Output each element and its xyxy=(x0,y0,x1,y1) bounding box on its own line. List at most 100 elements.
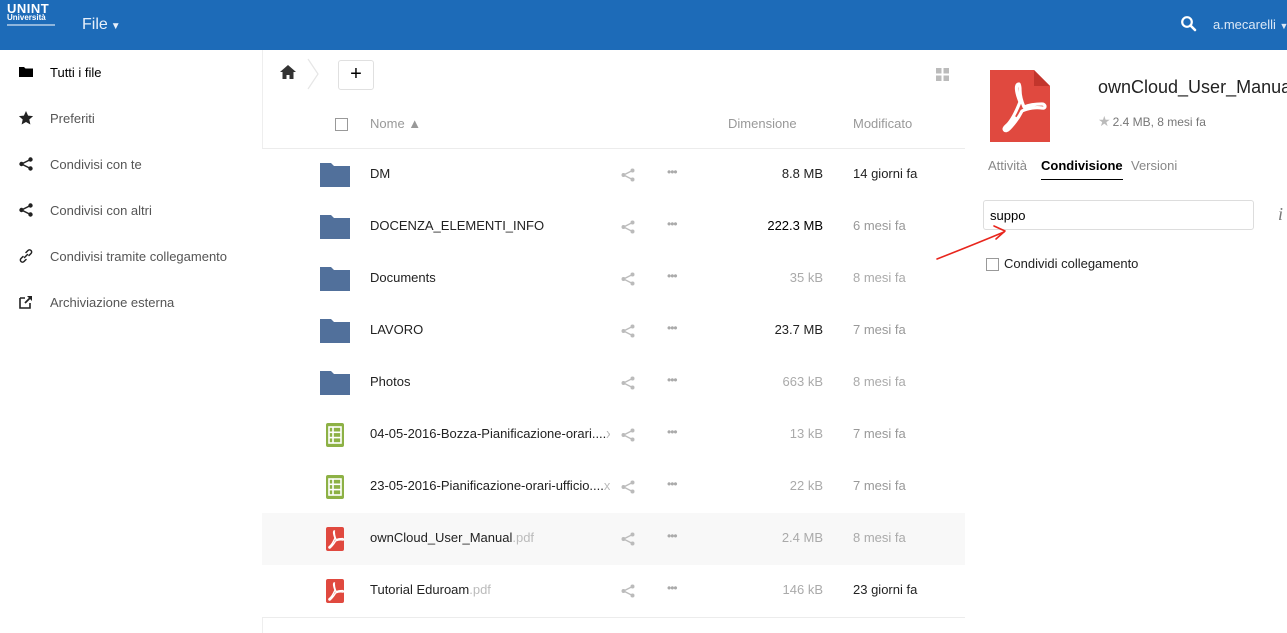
column-header-modified[interactable]: Modificato xyxy=(853,116,912,131)
column-header-name[interactable]: Nome ▲ xyxy=(370,116,421,131)
details-file-name: ownCloud_User_Manual.pdf xyxy=(1098,77,1287,97)
sidebar-item-shared-by-link[interactable]: Condivisi tramite collegamento xyxy=(0,234,262,278)
share-link-checkbox[interactable] xyxy=(986,258,999,271)
table-row[interactable]: Documents ••• 35 kB 8 mesi fa xyxy=(262,253,965,306)
info-icon[interactable]: i xyxy=(1278,204,1283,225)
share-icon[interactable] xyxy=(620,219,636,235)
more-actions-icon[interactable]: ••• xyxy=(667,581,678,595)
home-icon[interactable] xyxy=(279,64,297,80)
file-modified: 7 mesi fa xyxy=(853,478,906,493)
more-actions-icon[interactable]: ••• xyxy=(667,217,678,231)
spreadsheet-icon xyxy=(326,475,344,499)
pdf-icon xyxy=(326,579,345,603)
file-name[interactable]: DOCENZA_ELEMENTI_INFO xyxy=(370,218,544,233)
table-row[interactable]: Tutorial Eduroam.pdf ••• 146 kB 23 giorni f… xyxy=(262,565,965,618)
more-actions-icon[interactable]: ••• xyxy=(667,269,678,283)
file-basename: DM xyxy=(370,166,391,181)
select-all-checkbox[interactable] xyxy=(335,118,348,131)
share-with-input[interactable] xyxy=(983,200,1254,230)
file-modified: 6 mesi fa xyxy=(853,218,906,233)
more-actions-icon[interactable]: ••• xyxy=(667,529,678,543)
logo-underline xyxy=(7,24,55,26)
sidebar-item-label: Condivisi con altri xyxy=(50,202,152,218)
file-name[interactable]: DM xyxy=(370,166,390,181)
file-size: 22 kB xyxy=(789,478,823,493)
tab-activity[interactable]: Attività xyxy=(988,158,1027,173)
more-actions-icon[interactable]: ••• xyxy=(667,425,678,439)
share-icon[interactable] xyxy=(620,427,636,443)
user-menu[interactable]: a.mecarelli ▼ xyxy=(1213,17,1287,32)
file-modified: 14 giorni fa xyxy=(853,166,918,181)
table-row[interactable]: 04-05-2016-Bozza-Pianificazione-orari...… xyxy=(262,409,965,462)
file-name[interactable]: Photos xyxy=(370,374,410,389)
sidebar-item-label: Tutti i file xyxy=(50,64,102,80)
share-icon[interactable] xyxy=(620,583,636,599)
user-name: a.mecarelli xyxy=(1213,17,1276,32)
details-sidebar: ownCloud_User_Manual.pdf ★2.4 MB, 8 mesi… xyxy=(966,50,1287,633)
file-modified: 8 mesi fa xyxy=(853,270,906,285)
caret-down-icon: ▼ xyxy=(1279,21,1287,31)
sidebar-item-label: Preferiti xyxy=(50,110,95,126)
table-row[interactable]: DOCENZA_ELEMENTI_INFO ••• 222.3 MB 6 mesi f… xyxy=(262,201,965,254)
link-icon xyxy=(19,249,33,263)
new-file-button[interactable]: + xyxy=(338,60,374,90)
share-icon[interactable] xyxy=(620,167,636,183)
favorite-star-icon[interactable]: ★ xyxy=(1098,113,1111,129)
tab-versions[interactable]: Versioni xyxy=(1131,158,1177,173)
sidebar-item-favorites[interactable]: Preferiti xyxy=(0,96,262,140)
file-extension: xls xyxy=(606,426,610,441)
file-basename: 04-05-2016-Bozza-Pianificazione-orari...… xyxy=(370,426,607,441)
share-icon[interactable] xyxy=(620,271,636,287)
folder-icon xyxy=(19,67,33,77)
table-row[interactable]: 23-05-2016-Pianificazione-orari-ufficio.… xyxy=(262,461,965,514)
sidebar-item-all-files[interactable]: Tutti i file xyxy=(0,50,262,94)
star-icon xyxy=(18,111,34,125)
file-name[interactable]: 23-05-2016-Pianificazione-orari-ufficio.… xyxy=(370,478,610,493)
folder-icon xyxy=(320,371,350,395)
tab-sharing[interactable]: Condivisione xyxy=(1041,158,1123,180)
file-name[interactable]: Tutorial Eduroam.pdf xyxy=(370,582,491,597)
app-menu-button[interactable]: File ▼ xyxy=(82,16,121,34)
table-row[interactable]: DM ••• 8.8 MB 14 giorni fa xyxy=(262,149,965,202)
table-row[interactable]: LAVORO ••• 23.7 MB 7 mesi fa xyxy=(262,305,965,358)
more-actions-icon[interactable]: ••• xyxy=(667,373,678,387)
file-modified: 7 mesi fa xyxy=(853,322,906,337)
table-row[interactable]: ownCloud_User_Manual.pdf ••• 2.4 MB 8 mesi … xyxy=(262,513,965,566)
more-actions-icon[interactable]: ••• xyxy=(667,477,678,491)
pdf-file-icon xyxy=(990,70,1050,142)
share-icon[interactable] xyxy=(620,323,636,339)
grid-view-icon[interactable] xyxy=(936,68,949,81)
breadcrumb-separator xyxy=(307,58,319,90)
sidebar-item-external-storage[interactable]: Archiviazione esterna xyxy=(0,280,262,324)
sidebar-item-shared-with-others[interactable]: Condivisi con altri xyxy=(0,188,262,232)
file-basename: Photos xyxy=(370,374,411,389)
share-link-label[interactable]: Condividi collegamento xyxy=(1004,256,1138,271)
file-name[interactable]: ownCloud_User_Manual.pdf xyxy=(370,530,534,545)
file-basename: LAVORO xyxy=(370,322,424,337)
top-header: UNINT Università File ▼ a.mecarelli ▼ xyxy=(0,0,1287,50)
unint-logo[interactable]: UNINT Università xyxy=(7,2,55,26)
more-actions-icon[interactable]: ••• xyxy=(667,165,678,179)
share-icon xyxy=(19,157,33,171)
column-header-size[interactable]: Dimensione xyxy=(728,116,797,131)
file-modified: 8 mesi fa xyxy=(853,374,906,389)
share-icon[interactable] xyxy=(620,375,636,391)
file-name[interactable]: LAVORO xyxy=(370,322,423,337)
search-icon[interactable] xyxy=(1180,15,1198,33)
caret-down-icon: ▼ xyxy=(110,21,121,32)
file-name[interactable]: 04-05-2016-Bozza-Pianificazione-orari...… xyxy=(370,426,610,441)
more-actions-icon[interactable]: ••• xyxy=(667,321,678,335)
details-meta-text: 2.4 MB, 8 mesi fa xyxy=(1112,115,1206,129)
file-extension: .pdf xyxy=(469,582,491,597)
share-icon[interactable] xyxy=(620,531,636,547)
file-name[interactable]: Documents xyxy=(370,270,436,285)
navigation-sidebar: Tutti i file Preferiti Condivisi con te … xyxy=(0,50,263,633)
table-row[interactable]: Photos ••• 663 kB 8 mesi fa xyxy=(262,357,965,410)
share-icon[interactable] xyxy=(620,479,636,495)
file-controls-bar: + xyxy=(262,50,965,98)
sidebar-item-shared-with-you[interactable]: Condivisi con te xyxy=(0,142,262,186)
file-basename: 23-05-2016-Pianificazione-orari-ufficio.… xyxy=(370,478,604,493)
folder-icon xyxy=(320,267,350,291)
file-size: 222.3 MB xyxy=(767,218,823,233)
file-size: 35 kB xyxy=(789,270,823,285)
